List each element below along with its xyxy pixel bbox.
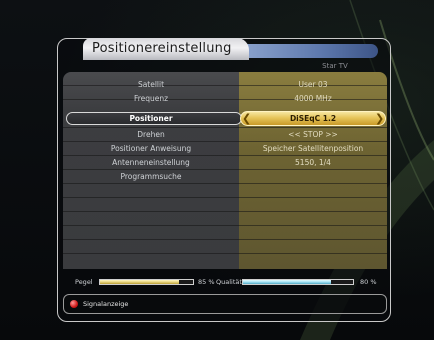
satellit-value[interactable]: User 03 bbox=[239, 78, 387, 92]
chevron-right-icon[interactable]: ❯ bbox=[375, 112, 384, 125]
signalanzeige-hint[interactable]: Signalanzeige bbox=[83, 298, 128, 310]
page-title: Positionereinstellung bbox=[92, 41, 232, 56]
positioner-value[interactable]: DiSEqC 1.2 bbox=[239, 112, 387, 125]
row-divider bbox=[63, 197, 387, 198]
menu-item-antenneneinstellung[interactable]: Antenneneinstellung bbox=[63, 156, 239, 170]
chevron-left-icon[interactable]: ❮ bbox=[242, 112, 251, 125]
menu-item-positioner-anweisung[interactable]: Positioner Anweisung bbox=[63, 142, 239, 156]
menu-item-positioner[interactable]: Positioner bbox=[63, 112, 239, 125]
menu-item-drehen[interactable]: Drehen bbox=[63, 128, 239, 142]
pegel-percent: 85 % bbox=[198, 278, 215, 286]
pegel-bar bbox=[99, 279, 194, 285]
qualitaet-percent: 80 % bbox=[360, 278, 377, 286]
qualitaet-bar bbox=[242, 279, 354, 285]
red-button-icon[interactable] bbox=[70, 300, 78, 308]
pegel-bar-fill bbox=[100, 280, 180, 284]
menu-item-frequenz[interactable]: Frequenz bbox=[63, 92, 239, 106]
menu-item-satellit[interactable]: Satellit bbox=[63, 78, 239, 92]
pegel-label: Pegel bbox=[75, 278, 93, 286]
provider-label: Star TV bbox=[322, 62, 348, 70]
row-divider bbox=[63, 239, 387, 240]
row-divider bbox=[63, 211, 387, 212]
qualitaet-bar-fill bbox=[243, 280, 331, 284]
menu-item-programmsuche[interactable]: Programmsuche bbox=[63, 170, 239, 184]
antenneneinstellung-value[interactable]: 5150, 1/4 bbox=[239, 156, 387, 170]
row-divider bbox=[63, 253, 387, 254]
row-divider bbox=[63, 225, 387, 226]
drehen-value[interactable]: << STOP >> bbox=[239, 128, 387, 142]
title-bar-accent bbox=[236, 44, 378, 58]
frequenz-value[interactable]: 4000 MHz bbox=[239, 92, 387, 106]
positioner-anweisung-value[interactable]: Speicher Satellitenposition bbox=[239, 142, 387, 156]
qualitaet-label: Qualität bbox=[216, 278, 242, 286]
